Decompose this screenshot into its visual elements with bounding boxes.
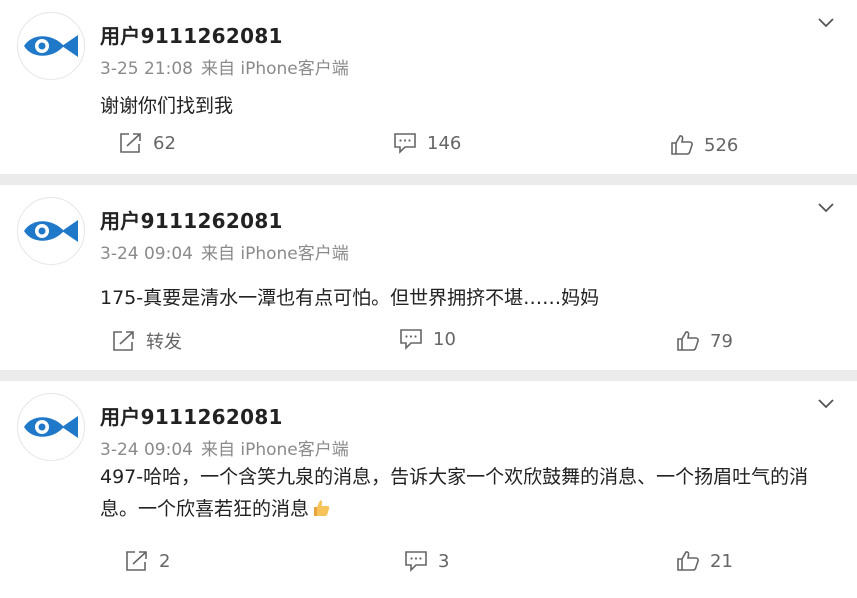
- repost-button[interactable]: 62: [119, 132, 176, 154]
- comment-count: 10: [433, 328, 456, 350]
- post-content: 175-真要是清水一潭也有点可怕。但世界拥挤不堪……妈妈: [100, 287, 600, 309]
- thumbs-up-icon: [677, 551, 699, 571]
- like-count: 526: [704, 134, 739, 156]
- comment-icon: [405, 551, 427, 572]
- post-actions: 62 146 526: [0, 132, 857, 162]
- post-actions: 2 3 21: [0, 550, 857, 580]
- post-card: 用户9111262081 3-24 09:04 来自 iPhone客户端 175-…: [0, 185, 857, 370]
- thumbs-up-emoji: [311, 496, 331, 528]
- username[interactable]: 用户9111262081: [100, 401, 283, 430]
- comment-count: 146: [427, 132, 462, 154]
- chevron-down-icon: [818, 18, 834, 28]
- thumbs-up-icon: [671, 135, 693, 155]
- repost-count: 2: [159, 550, 171, 572]
- like-button[interactable]: 79: [676, 330, 733, 352]
- comment-button[interactable]: 10: [399, 328, 456, 350]
- post-card: 用户9111262081 3-25 21:08 来自 iPhone客户端 谢谢你们…: [0, 0, 857, 174]
- repost-button[interactable]: 2: [125, 550, 170, 572]
- comment-count: 3: [438, 550, 450, 572]
- post-menu-button[interactable]: [815, 197, 837, 219]
- post-time[interactable]: 3-25 21:08: [100, 59, 193, 79]
- post-meta: 3-24 09:04 来自 iPhone客户端: [100, 239, 349, 264]
- post-content: 497-哈哈，一个含笑九泉的消息，告诉大家一个欢欣鼓舞的消息、一个扬眉吐气的消息…: [100, 461, 827, 528]
- repost-count: 62: [153, 132, 176, 154]
- thumbs-up-icon: [677, 331, 699, 351]
- post-source: 来自 iPhone客户端: [200, 244, 349, 264]
- username[interactable]: 用户9111262081: [100, 205, 283, 234]
- repost-label: 转发: [146, 332, 182, 353]
- post-meta: 3-24 09:04 来自 iPhone客户端: [100, 435, 349, 460]
- share-icon: [113, 331, 134, 351]
- share-icon: [126, 551, 147, 571]
- share-icon: [120, 133, 141, 153]
- post-meta: 3-25 21:08 来自 iPhone客户端: [100, 54, 349, 79]
- fish-logo-icon: [24, 35, 78, 57]
- avatar[interactable]: [17, 393, 85, 461]
- post-menu-button[interactable]: [815, 12, 837, 34]
- like-count: 21: [710, 550, 733, 572]
- post-time[interactable]: 3-24 09:04: [100, 440, 193, 460]
- post-time[interactable]: 3-24 09:04: [100, 244, 193, 264]
- chevron-down-icon: [818, 203, 834, 213]
- like-button[interactable]: 21: [676, 550, 733, 572]
- post-text: 497-哈哈，一个含笑九泉的消息，告诉大家一个欢欣鼓舞的消息、一个扬眉吐气的消息…: [100, 466, 809, 520]
- repost-button[interactable]: 转发: [112, 328, 182, 354]
- comment-icon: [400, 329, 422, 350]
- post-card: 用户9111262081 3-24 09:04 来自 iPhone客户端 497-…: [0, 381, 857, 598]
- like-count: 79: [710, 330, 733, 352]
- username[interactable]: 用户9111262081: [100, 20, 283, 49]
- avatar[interactable]: [17, 197, 85, 265]
- post-source: 来自 iPhone客户端: [200, 440, 349, 460]
- post-content: 谢谢你们找到我: [100, 95, 234, 117]
- post-menu-button[interactable]: [815, 393, 837, 415]
- like-button[interactable]: 526: [670, 134, 738, 156]
- chevron-down-icon: [818, 399, 834, 409]
- comment-icon: [394, 133, 416, 154]
- feed: 用户9111262081 3-25 21:08 来自 iPhone客户端 谢谢你们…: [0, 0, 857, 598]
- post-source: 来自 iPhone客户端: [200, 59, 349, 79]
- fish-logo-icon: [24, 416, 78, 438]
- avatar[interactable]: [17, 12, 85, 80]
- fish-logo-icon: [24, 220, 78, 242]
- comment-button[interactable]: 3: [404, 550, 449, 572]
- comment-button[interactable]: 146: [393, 132, 461, 154]
- post-actions: 转发 10 79: [0, 328, 857, 358]
